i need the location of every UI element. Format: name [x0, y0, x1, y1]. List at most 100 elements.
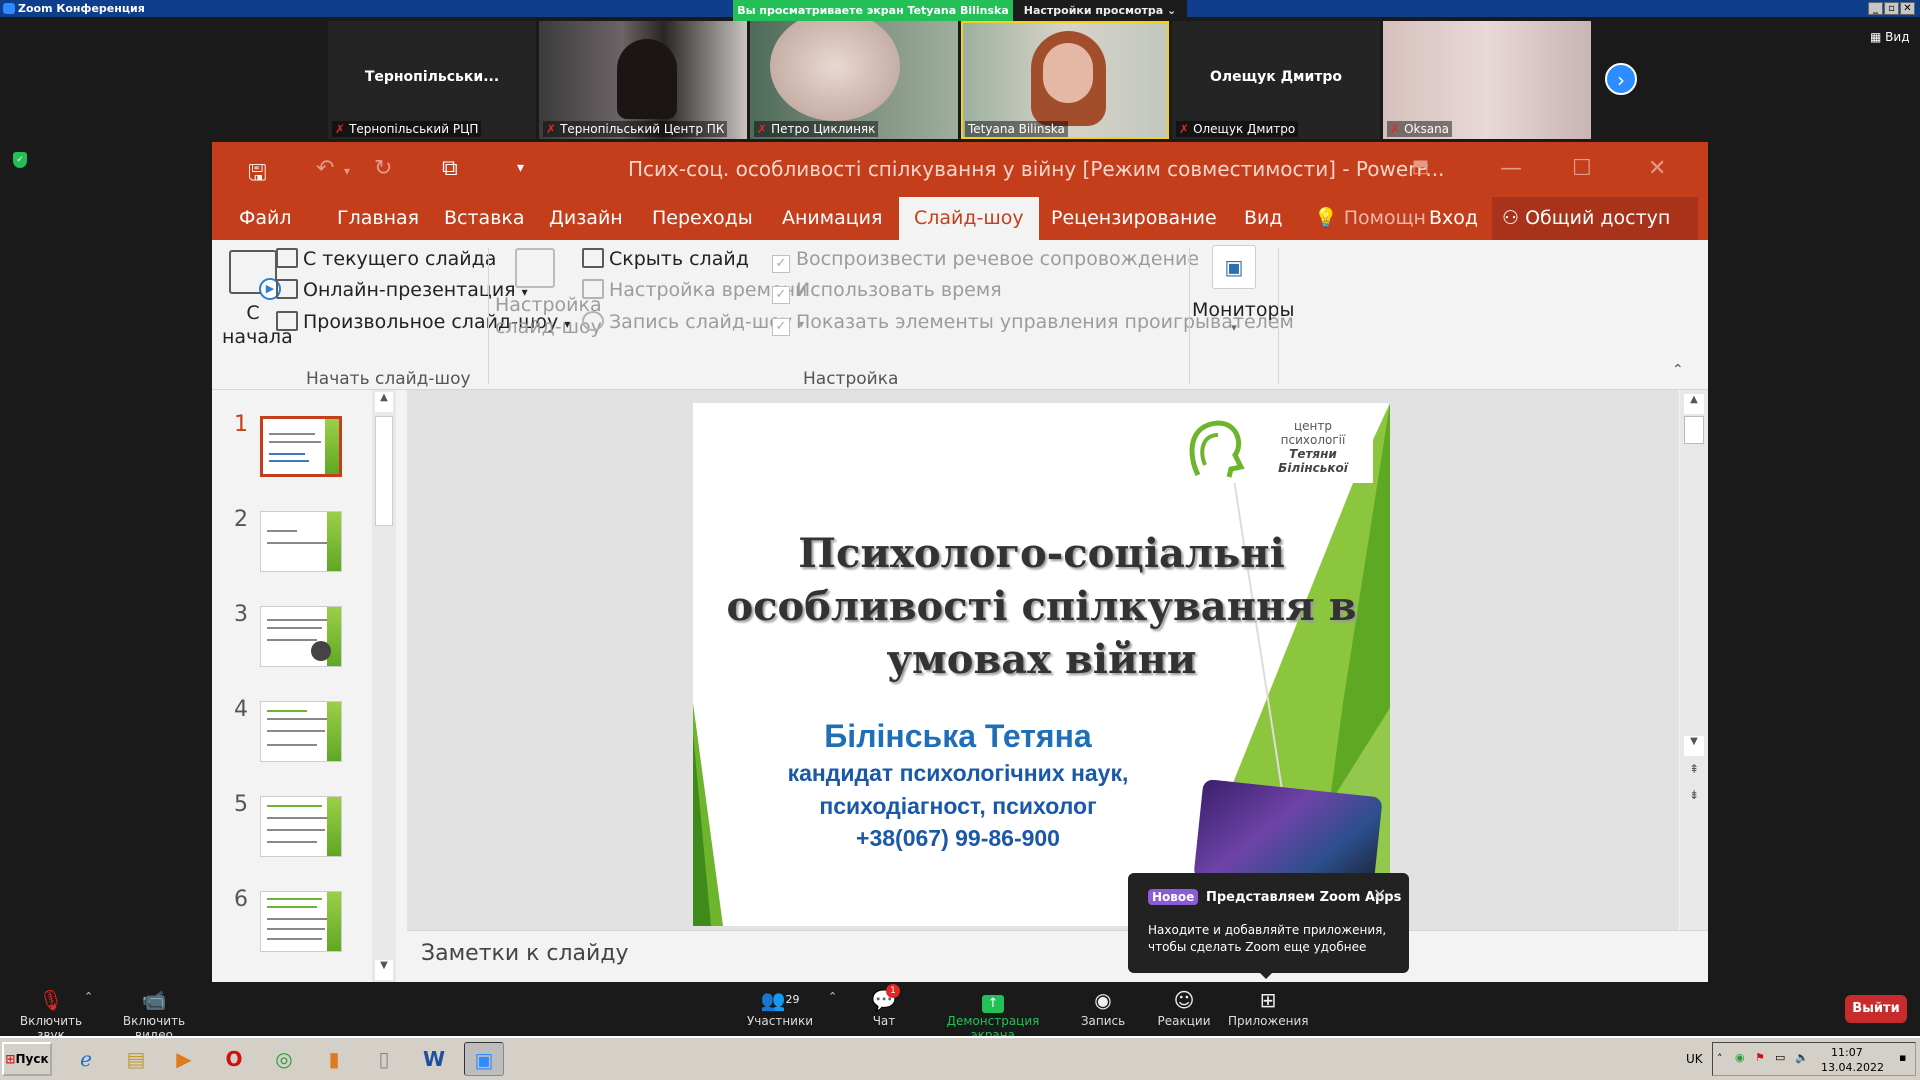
chrome-icon[interactable]: ◎	[264, 1042, 304, 1076]
notes-pane[interactable]: Заметки к слайду	[407, 930, 1708, 982]
tab-home[interactable]: Главная	[337, 197, 419, 240]
slide-thumbnail-6[interactable]	[260, 891, 342, 952]
view-button[interactable]: ▦ Вид	[1870, 30, 1910, 44]
participant-tile[interactable]: ✗ Тернопільський Центр ПК	[539, 21, 747, 139]
tab-file[interactable]: Файл	[239, 197, 292, 240]
tray-expand-icon[interactable]: ˄	[1717, 1052, 1723, 1065]
tray-security-icon[interactable]: ⚑	[1755, 1051, 1765, 1064]
mic-muted-icon: ✗	[1390, 122, 1401, 136]
participant-tile[interactable]: ✗ Петро Циклиняк	[750, 21, 958, 139]
slide-thumbnail-3[interactable]	[260, 606, 342, 667]
media-player-icon[interactable]: ▶	[164, 1042, 204, 1076]
tab-view[interactable]: Вид	[1244, 197, 1283, 240]
leave-button[interactable]: Выйти	[1845, 995, 1907, 1023]
document-icon[interactable]: ▯	[364, 1042, 404, 1076]
apps-button[interactable]: ⊞ Приложения	[1228, 982, 1309, 1036]
scroll-down-icon[interactable]: ▼	[1684, 736, 1704, 756]
ppt-close-icon[interactable]: ✕	[1648, 156, 1666, 181]
scroll-down-icon[interactable]: ▼	[375, 960, 393, 980]
tab-slideshow[interactable]: Слайд-шоу	[899, 197, 1039, 240]
start-video-button[interactable]: 📹 Включить видео	[106, 982, 202, 1042]
share-screen-button[interactable]: ↑ Демонстрация экрана	[928, 982, 1058, 1042]
network-icon[interactable]: ▭	[1775, 1051, 1785, 1064]
slide-thumbnail-4[interactable]	[260, 701, 342, 762]
slide-icon	[276, 248, 298, 268]
share-arrow-icon: ↑	[982, 995, 1004, 1013]
slide-scrollbar[interactable]: ▲ ▼ ⇞ ⇟	[1680, 390, 1708, 930]
language-indicator[interactable]: UK	[1686, 1052, 1703, 1066]
undo-dropdown-icon[interactable]: ▾	[344, 164, 350, 178]
sign-in-button[interactable]: Вход	[1429, 197, 1478, 240]
participant-tile[interactable]: ✗ Oksana	[1383, 21, 1591, 139]
person-add-icon: ⚇	[1502, 207, 1520, 229]
audio-options-icon[interactable]: ⌃	[84, 990, 93, 1003]
monitors-button[interactable]: ▣ Мониторы ▾	[1192, 245, 1295, 334]
ie-icon[interactable]: ℯ	[66, 1042, 106, 1076]
scrollbar-thumb[interactable]	[1684, 416, 1704, 444]
unmute-button[interactable]: 🎙 Включить звук	[8, 982, 94, 1042]
scrollbar-thumb[interactable]	[375, 416, 393, 526]
zoom-toolbar: 🎙 Включить звук ⌃ 📹 Включить видео 👥29 Учас…	[0, 982, 1920, 1042]
record-slideshow-button[interactable]: Запись слайд-шоу ▾	[582, 311, 804, 333]
share-button[interactable]: ⚇ Общий доступ	[1492, 197, 1699, 240]
viewing-banner: Вы просматриваете экран Tetyana Bilinska	[737, 4, 1009, 17]
word-icon[interactable]: W	[414, 1042, 454, 1076]
shield-icon[interactable]: ✓	[13, 152, 27, 168]
minimize-icon[interactable]: _	[1868, 2, 1883, 15]
maximize-icon[interactable]: ▫	[1884, 2, 1899, 15]
ribbon-options-icon[interactable]: ⬒	[1412, 156, 1429, 177]
participants-button[interactable]: 👥29 Участники	[744, 982, 816, 1036]
tab-transitions[interactable]: Переходы	[652, 197, 753, 240]
participants-options-icon[interactable]: ⌃	[828, 990, 837, 1003]
customize-toolbar-icon[interactable]: ▾	[517, 160, 524, 176]
close-icon[interactable]: ✕	[1900, 2, 1915, 15]
participant-tile[interactable]: Олещук Дмитро ✗ Олещук Дмитро	[1172, 21, 1380, 139]
volume-icon[interactable]: 🔈	[1795, 1051, 1809, 1064]
chat-button[interactable]: 💬 1 Чат	[864, 982, 904, 1036]
setup-slideshow-button[interactable]: Настройка слайд-шоу	[495, 248, 602, 338]
reactions-button[interactable]: ☺ Реакции	[1156, 982, 1212, 1036]
ppt-minimize-icon[interactable]: —	[1500, 156, 1522, 181]
ppt-maximize-icon[interactable]: ☐	[1572, 156, 1592, 181]
tell-me-button[interactable]: 💡 Помощн	[1314, 197, 1426, 240]
lightbulb-icon: 💡	[1314, 207, 1338, 229]
start-button[interactable]: ⊞Пуск	[2, 1042, 52, 1076]
zoom-taskbar-icon[interactable]: ▣	[464, 1042, 504, 1076]
slideshow-from-start-icon[interactable]: ⧉	[442, 156, 458, 181]
scroll-up-icon[interactable]: ▲	[1684, 394, 1704, 414]
tab-insert[interactable]: Вставка	[444, 197, 525, 240]
scroll-up-icon[interactable]: ▲	[375, 392, 393, 412]
record-button[interactable]: ◉ Запись	[1078, 982, 1128, 1036]
save-icon[interactable]: 🖫	[248, 156, 267, 194]
undo-icon[interactable]: ↶	[316, 156, 334, 181]
slide-thumbnail-5[interactable]	[260, 796, 342, 857]
play-narrations-checkbox[interactable]: ✓ Воспроизвести речевое сопровождение	[772, 248, 1199, 273]
powerpoint-taskbar-icon[interactable]: ▮	[314, 1042, 354, 1076]
from-beginning-button[interactable]: ▶ С начала	[222, 250, 293, 348]
collapse-ribbon-icon[interactable]: ⌃	[1672, 362, 1684, 378]
close-icon[interactable]: ✕	[1373, 885, 1386, 904]
participant-tile-active-speaker[interactable]: Tetyana Bilinska	[961, 21, 1169, 139]
zoom-apps-popup: Новое Представляем Zoom Apps ✕ Находите …	[1128, 873, 1409, 979]
slide-thumbnail-2[interactable]	[260, 511, 342, 572]
opera-icon[interactable]: O	[214, 1042, 254, 1076]
tab-review[interactable]: Рецензирование	[1051, 197, 1217, 240]
present-online-button[interactable]: Онлайн-презентация ▾	[276, 279, 528, 301]
participant-tile[interactable]: Тернопільськи... ✗ Тернопільський РЦП	[328, 21, 536, 139]
previous-slide-icon[interactable]: ⇞	[1684, 762, 1704, 782]
explorer-icon[interactable]: ▤	[116, 1042, 156, 1076]
use-timings-checkbox[interactable]: ✓ Использовать время	[772, 279, 1002, 304]
next-slide-icon[interactable]: ⇟	[1684, 788, 1704, 808]
tab-animations[interactable]: Анимация	[782, 197, 882, 240]
from-current-button[interactable]: С текущего слайда	[276, 248, 496, 270]
tray-app-icon[interactable]: ◉	[1735, 1051, 1745, 1064]
next-page-button[interactable]: ›	[1605, 63, 1637, 95]
slide-thumbnail-1[interactable]	[260, 416, 342, 477]
thumbnail-scrollbar[interactable]: ▲ ▼	[372, 390, 396, 982]
show-desktop-icon[interactable]: ▪	[1899, 1051, 1906, 1064]
view-settings-button[interactable]: Настройки просмотра ⌄	[1013, 0, 1187, 21]
setup-icon	[515, 248, 555, 288]
redo-icon[interactable]: ↻	[374, 156, 392, 181]
hide-slide-button[interactable]: Скрыть слайд	[582, 248, 749, 270]
tab-design[interactable]: Дизайн	[549, 197, 623, 240]
